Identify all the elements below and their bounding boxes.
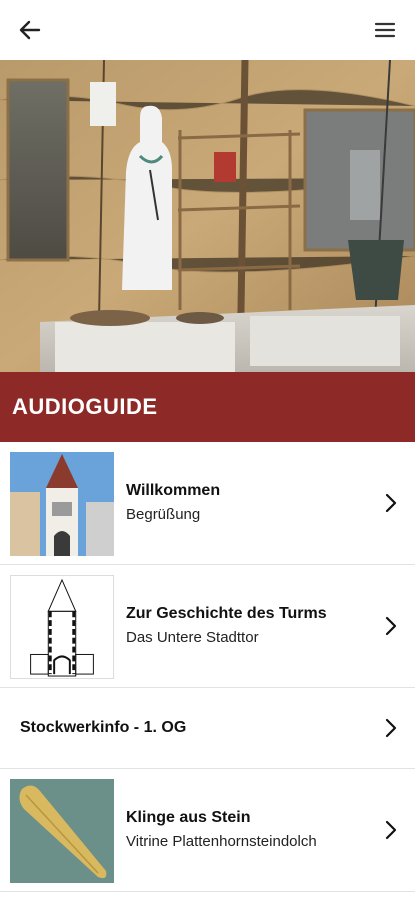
audioguide-list: Willkommen Begrüßung Zur Geschichte des … xyxy=(0,442,415,892)
section-title: AUDIOGUIDE xyxy=(12,394,158,419)
arrow-left-icon xyxy=(19,20,41,40)
item-title: Stockwerkinfo - 1. OG xyxy=(20,719,187,736)
chevron-right-icon xyxy=(385,820,397,840)
item-title: Klinge aus Stein xyxy=(126,809,251,826)
item-title: Zur Geschichte des Turms xyxy=(126,605,327,622)
museum-exhibit-photo xyxy=(0,60,415,372)
item-subtitle: Begrüßung xyxy=(126,506,201,523)
chevron-right-icon xyxy=(385,616,397,636)
tower-drawing-thumbnail xyxy=(10,575,114,679)
list-item-willkommen[interactable]: Willkommen Begrüßung xyxy=(0,442,415,565)
back-button[interactable] xyxy=(14,14,46,46)
list-item-stockwerkinfo[interactable]: Stockwerkinfo - 1. OG xyxy=(0,688,415,769)
menu-button[interactable] xyxy=(369,14,401,46)
chevron-right-icon xyxy=(385,718,397,738)
item-title: Willkommen xyxy=(126,482,221,499)
stone-blade-thumbnail xyxy=(10,779,114,883)
chevron-right-icon xyxy=(385,493,397,513)
hero-image xyxy=(0,60,415,372)
section-header: AUDIOGUIDE xyxy=(0,372,415,442)
list-item-geschichte[interactable]: Zur Geschichte des Turms Das Untere Stad… xyxy=(0,565,415,688)
item-subtitle: Vitrine Plattenhornsteindolch xyxy=(126,833,317,850)
item-subtitle: Das Untere Stadttor xyxy=(126,629,259,646)
hamburger-menu-icon xyxy=(374,22,396,38)
top-app-bar xyxy=(0,0,415,60)
tower-photo-thumbnail xyxy=(10,452,114,556)
list-item-klinge[interactable]: Klinge aus Stein Vitrine Plattenhornstei… xyxy=(0,769,415,892)
